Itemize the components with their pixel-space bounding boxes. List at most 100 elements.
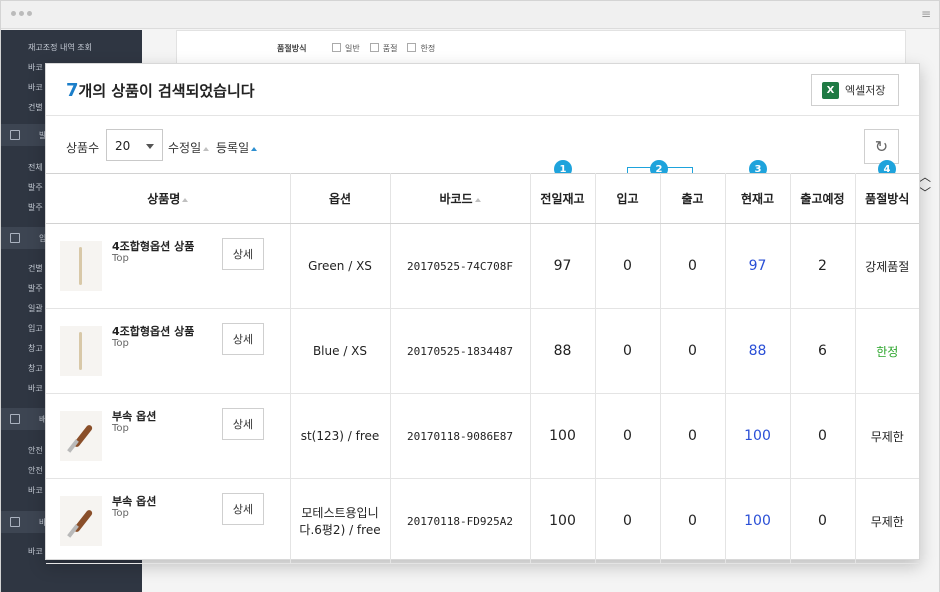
soldout-method-label: 품절방식 — [277, 44, 307, 53]
per-page-select[interactable]: 20 — [106, 129, 163, 161]
product-name: 4조합형옵션 상품 — [112, 325, 195, 338]
current-stock-cell: 100 — [725, 478, 791, 564]
table-row: 4조합형옵션 상품 Top 상세 Green / XS 20170525-74C… — [46, 223, 919, 309]
option-checkbox[interactable]: 일반 — [332, 43, 360, 54]
col-header-soldout-method: 품절방식 — [855, 173, 919, 224]
option-checkbox[interactable]: 품절 — [370, 43, 398, 54]
prev-stock-cell: 100 — [530, 478, 596, 564]
product-thumbnail — [60, 411, 102, 461]
excel-save-label: 엑셀저장 — [845, 84, 886, 97]
sidebar-item[interactable]: 건별 — [28, 263, 43, 274]
col-header-current-stock: 현재고 — [725, 173, 791, 224]
product-brand: Top — [112, 508, 129, 519]
sidebar-item[interactable]: 건별 — [28, 102, 43, 113]
sidebar-item[interactable]: 바코 — [28, 546, 43, 557]
sort-arrow-icon — [182, 198, 189, 202]
product-brand: Top — [112, 423, 129, 434]
prev-stock-cell: 97 — [530, 223, 596, 309]
hamburger-menu-icon[interactable]: ≡ — [921, 7, 931, 21]
product-name: 4조합형옵션 상품 — [112, 240, 195, 253]
sidebar-item[interactable]: 발주 — [28, 283, 43, 294]
sidebar-item[interactable]: 바코 — [28, 82, 43, 93]
scroll-arrows[interactable]: ︿ ﹀ — [919, 169, 931, 201]
option-cell: Green / XS — [290, 223, 391, 309]
sidebar-item[interactable]: 발주 — [28, 182, 43, 193]
per-page-label: 상품수 — [66, 141, 100, 155]
scheduled-out-cell: 2 — [790, 223, 856, 309]
sort-arrow-icon — [203, 147, 210, 151]
result-count: 7 — [66, 80, 79, 101]
truck-icon — [10, 414, 20, 424]
excel-icon: X — [822, 81, 839, 99]
sidebar-item[interactable]: 창고 — [28, 363, 43, 374]
sort-arrow-icon — [251, 147, 258, 151]
table-header-row: 상품명 옵션 바코드 전일재고 입고 출고 현재고 출고예정 품절방식 — [46, 173, 919, 224]
sidebar-item[interactable]: 안전 — [28, 465, 43, 476]
option-cell: st(123) / free — [290, 393, 391, 479]
sidebar-item[interactable]: 발주 — [28, 202, 43, 213]
modal-header: 7개의 상품이 검색되었습니다 X 엑셀저장 — [46, 64, 919, 116]
current-stock-cell: 100 — [725, 393, 791, 479]
out-cell: 0 — [660, 393, 726, 479]
sidebar-item[interactable]: 전체 — [28, 162, 43, 173]
stock-table: 상품명 옵션 바코드 전일재고 입고 출고 현재고 출고예정 품절방식 4조합형… — [46, 173, 919, 564]
barcode-cell: 20170525-1834487 — [390, 308, 531, 394]
col-header-product[interactable]: 상품명 — [46, 173, 291, 224]
soldout-method-options: 일반 품절 한정 — [332, 43, 435, 54]
option-cell: Blue / XS — [290, 308, 391, 394]
product-brand: Top — [112, 253, 129, 264]
section-icon — [10, 233, 20, 243]
in-cell: 0 — [595, 393, 661, 479]
soldout-method-cell: 무제한 — [855, 393, 919, 479]
sidebar-item[interactable]: 바코 — [28, 383, 43, 394]
barcode-cell: 20170118-9086E87 — [390, 393, 531, 479]
sort-modified-date[interactable]: 수정일 — [168, 139, 210, 156]
prev-stock-cell: 88 — [530, 308, 596, 394]
product-name: 부속 옵션 — [112, 495, 157, 508]
out-cell: 0 — [660, 223, 726, 309]
stock-modal: 7개의 상품이 검색되었습니다 X 엑셀저장 상품수 20 수정일 등록일 ↻ … — [45, 63, 920, 564]
sidebar-item[interactable]: 바코 — [28, 485, 43, 496]
detail-button[interactable]: 상세 — [222, 323, 264, 355]
option-checkbox[interactable]: 한정 — [407, 43, 435, 54]
refresh-button[interactable]: ↻ — [864, 129, 899, 164]
sidebar-item[interactable]: 재고조정 내역 조회 — [28, 42, 92, 53]
product-thumbnail — [60, 241, 102, 291]
col-header-barcode[interactable]: 바코드 — [390, 173, 531, 224]
col-header-in: 입고 — [595, 173, 661, 224]
in-cell: 0 — [595, 308, 661, 394]
sort-registered-date[interactable]: 등록일 — [216, 139, 258, 156]
product-cell: 부속 옵션 Top 상세 — [46, 479, 290, 563]
window-dots-icon — [11, 11, 32, 16]
product-thumbnail — [60, 496, 102, 546]
in-cell: 0 — [595, 223, 661, 309]
sidebar-item[interactable]: 바코 — [28, 62, 43, 73]
table-row: 4조합형옵션 상품 Top 상세 Blue / XS 20170525-1834… — [46, 308, 919, 394]
barcode-icon — [10, 517, 20, 527]
sidebar-item[interactable]: 안전 — [28, 445, 43, 456]
col-header-scheduled-out: 출고예정 — [790, 173, 856, 224]
soldout-method-cell: 강제품절 — [855, 223, 919, 309]
result-count-title: 7개의 상품이 검색되었습니다 — [66, 80, 255, 101]
in-cell: 0 — [595, 478, 661, 564]
product-cell: 4조합형옵션 상품 Top 상세 — [46, 309, 290, 393]
chevron-down-icon — [146, 144, 154, 149]
col-header-out: 출고 — [660, 173, 726, 224]
section-icon — [10, 130, 20, 140]
product-cell: 4조합형옵션 상품 Top 상세 — [46, 224, 290, 308]
scheduled-out-cell: 0 — [790, 478, 856, 564]
table-row: 부속 옵션 Top 상세 모테스트용입니다.6평2) / free 201701… — [46, 478, 919, 564]
sidebar-item[interactable]: 입고 — [28, 323, 43, 334]
barcode-cell: 20170525-74C708F — [390, 223, 531, 309]
product-brand: Top — [112, 338, 129, 349]
detail-button[interactable]: 상세 — [222, 238, 264, 270]
detail-button[interactable]: 상세 — [222, 408, 264, 440]
prev-stock-cell: 100 — [530, 393, 596, 479]
excel-save-button[interactable]: X 엑셀저장 — [811, 74, 899, 106]
soldout-method-cell: 무제한 — [855, 478, 919, 564]
sidebar-item[interactable]: 일괄 — [28, 303, 43, 314]
detail-button[interactable]: 상세 — [222, 493, 264, 525]
sidebar-item[interactable]: 창고 — [28, 343, 43, 354]
product-cell: 부속 옵션 Top 상세 — [46, 394, 290, 478]
current-stock-cell: 88 — [725, 308, 791, 394]
